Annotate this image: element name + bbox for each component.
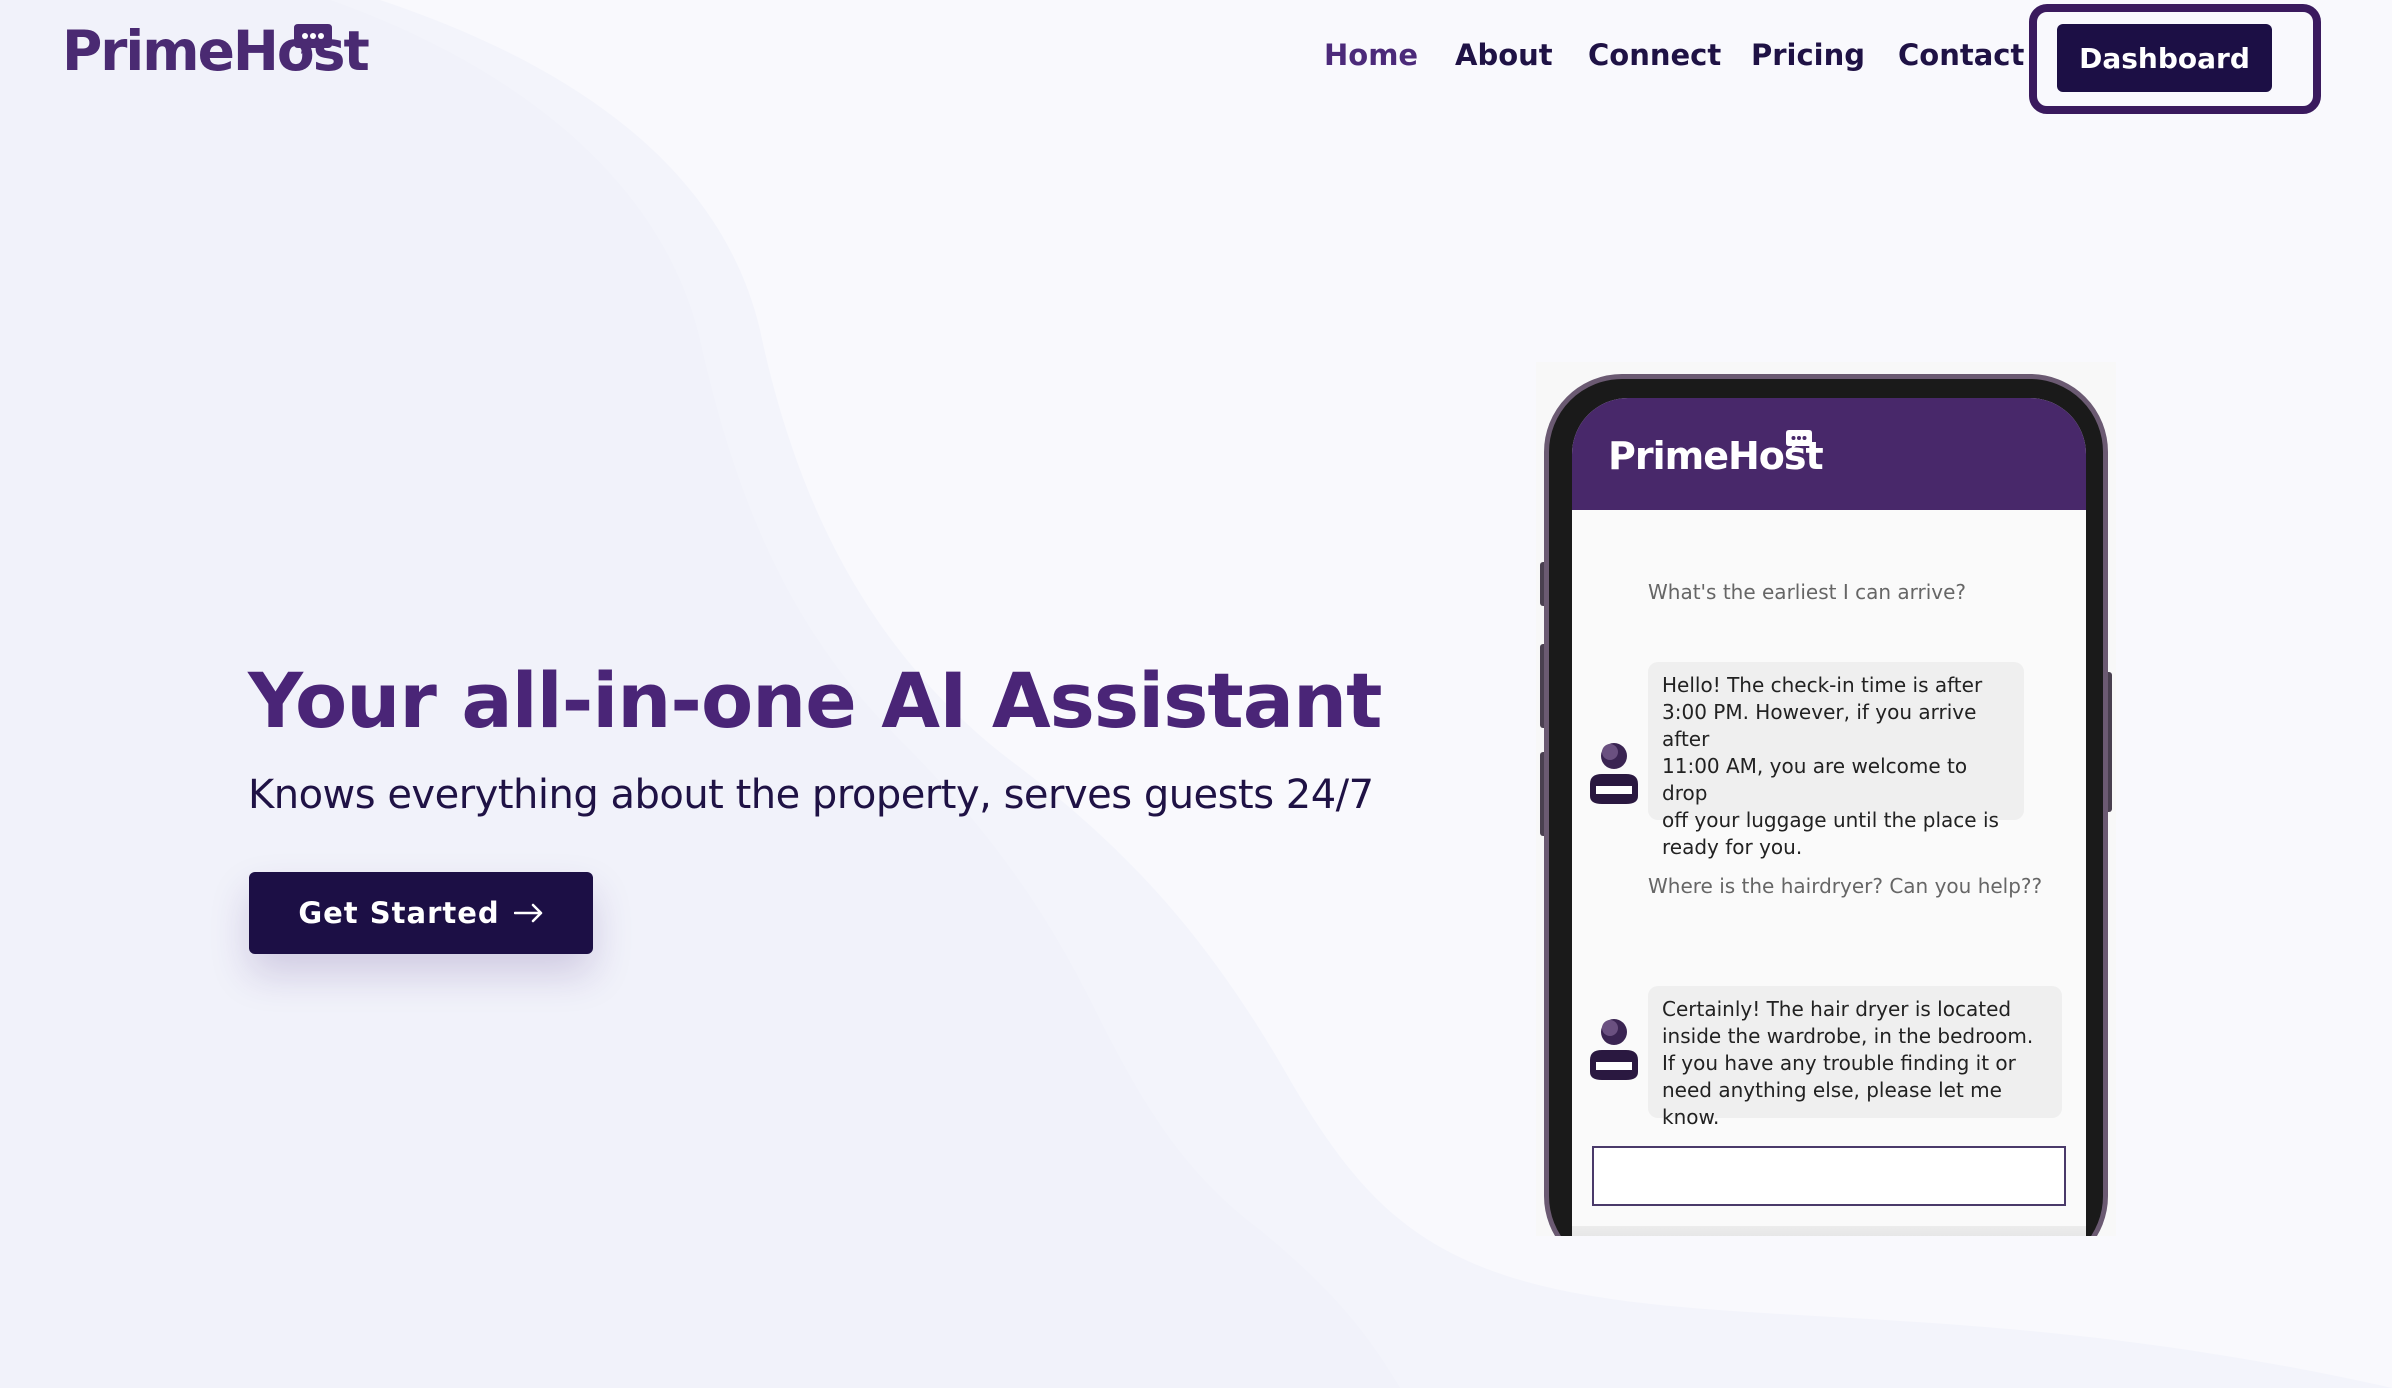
assistant-avatar-icon xyxy=(1590,743,1638,804)
nav-pricing-link[interactable]: Pricing xyxy=(1751,38,1865,72)
arrow-right-icon xyxy=(513,903,542,923)
chat-input-field[interactable] xyxy=(1592,1146,2066,1206)
hero-subtitle: Knows everything about the property, ser… xyxy=(248,772,1374,818)
phone-mockup: PrimeHost What's the earliest I can arri… xyxy=(1536,362,2116,1236)
assistant-avatar-icon xyxy=(1590,1019,1638,1080)
assistant-message: Certainly! The hair dryer is located ins… xyxy=(1648,986,2062,1129)
nav-connect-link[interactable]: Connect xyxy=(1588,38,1721,72)
assistant-message: Hello! The check-in time is after 3:00 P… xyxy=(1648,662,2024,859)
phone-screen: PrimeHost What's the earliest I can arri… xyxy=(1572,398,2086,1236)
guest-message: What's the earliest I can arrive? xyxy=(1648,580,1967,604)
brand-logo[interactable]: PrimeHost xyxy=(62,24,370,79)
dashboard-button[interactable]: Dashboard xyxy=(2057,24,2272,92)
hero-title: Your all-in-one AI Assistant xyxy=(248,656,1382,745)
chat-bubble-icon xyxy=(294,24,332,54)
guest-message: Where is the hairdryer? Can you help?? xyxy=(1648,874,2043,898)
get-started-label: Get Started xyxy=(298,896,500,930)
nav-home-link[interactable]: Home xyxy=(1324,38,1418,72)
nav-about-link[interactable]: About xyxy=(1455,38,1553,72)
get-started-button[interactable]: Get Started xyxy=(249,872,593,954)
chat-bubble-icon xyxy=(1786,430,1812,450)
app-header: PrimeHost xyxy=(1572,398,2086,510)
phone-screen-bottom xyxy=(1572,1226,2086,1236)
nav-contact-link[interactable]: Contact xyxy=(1898,38,2024,72)
